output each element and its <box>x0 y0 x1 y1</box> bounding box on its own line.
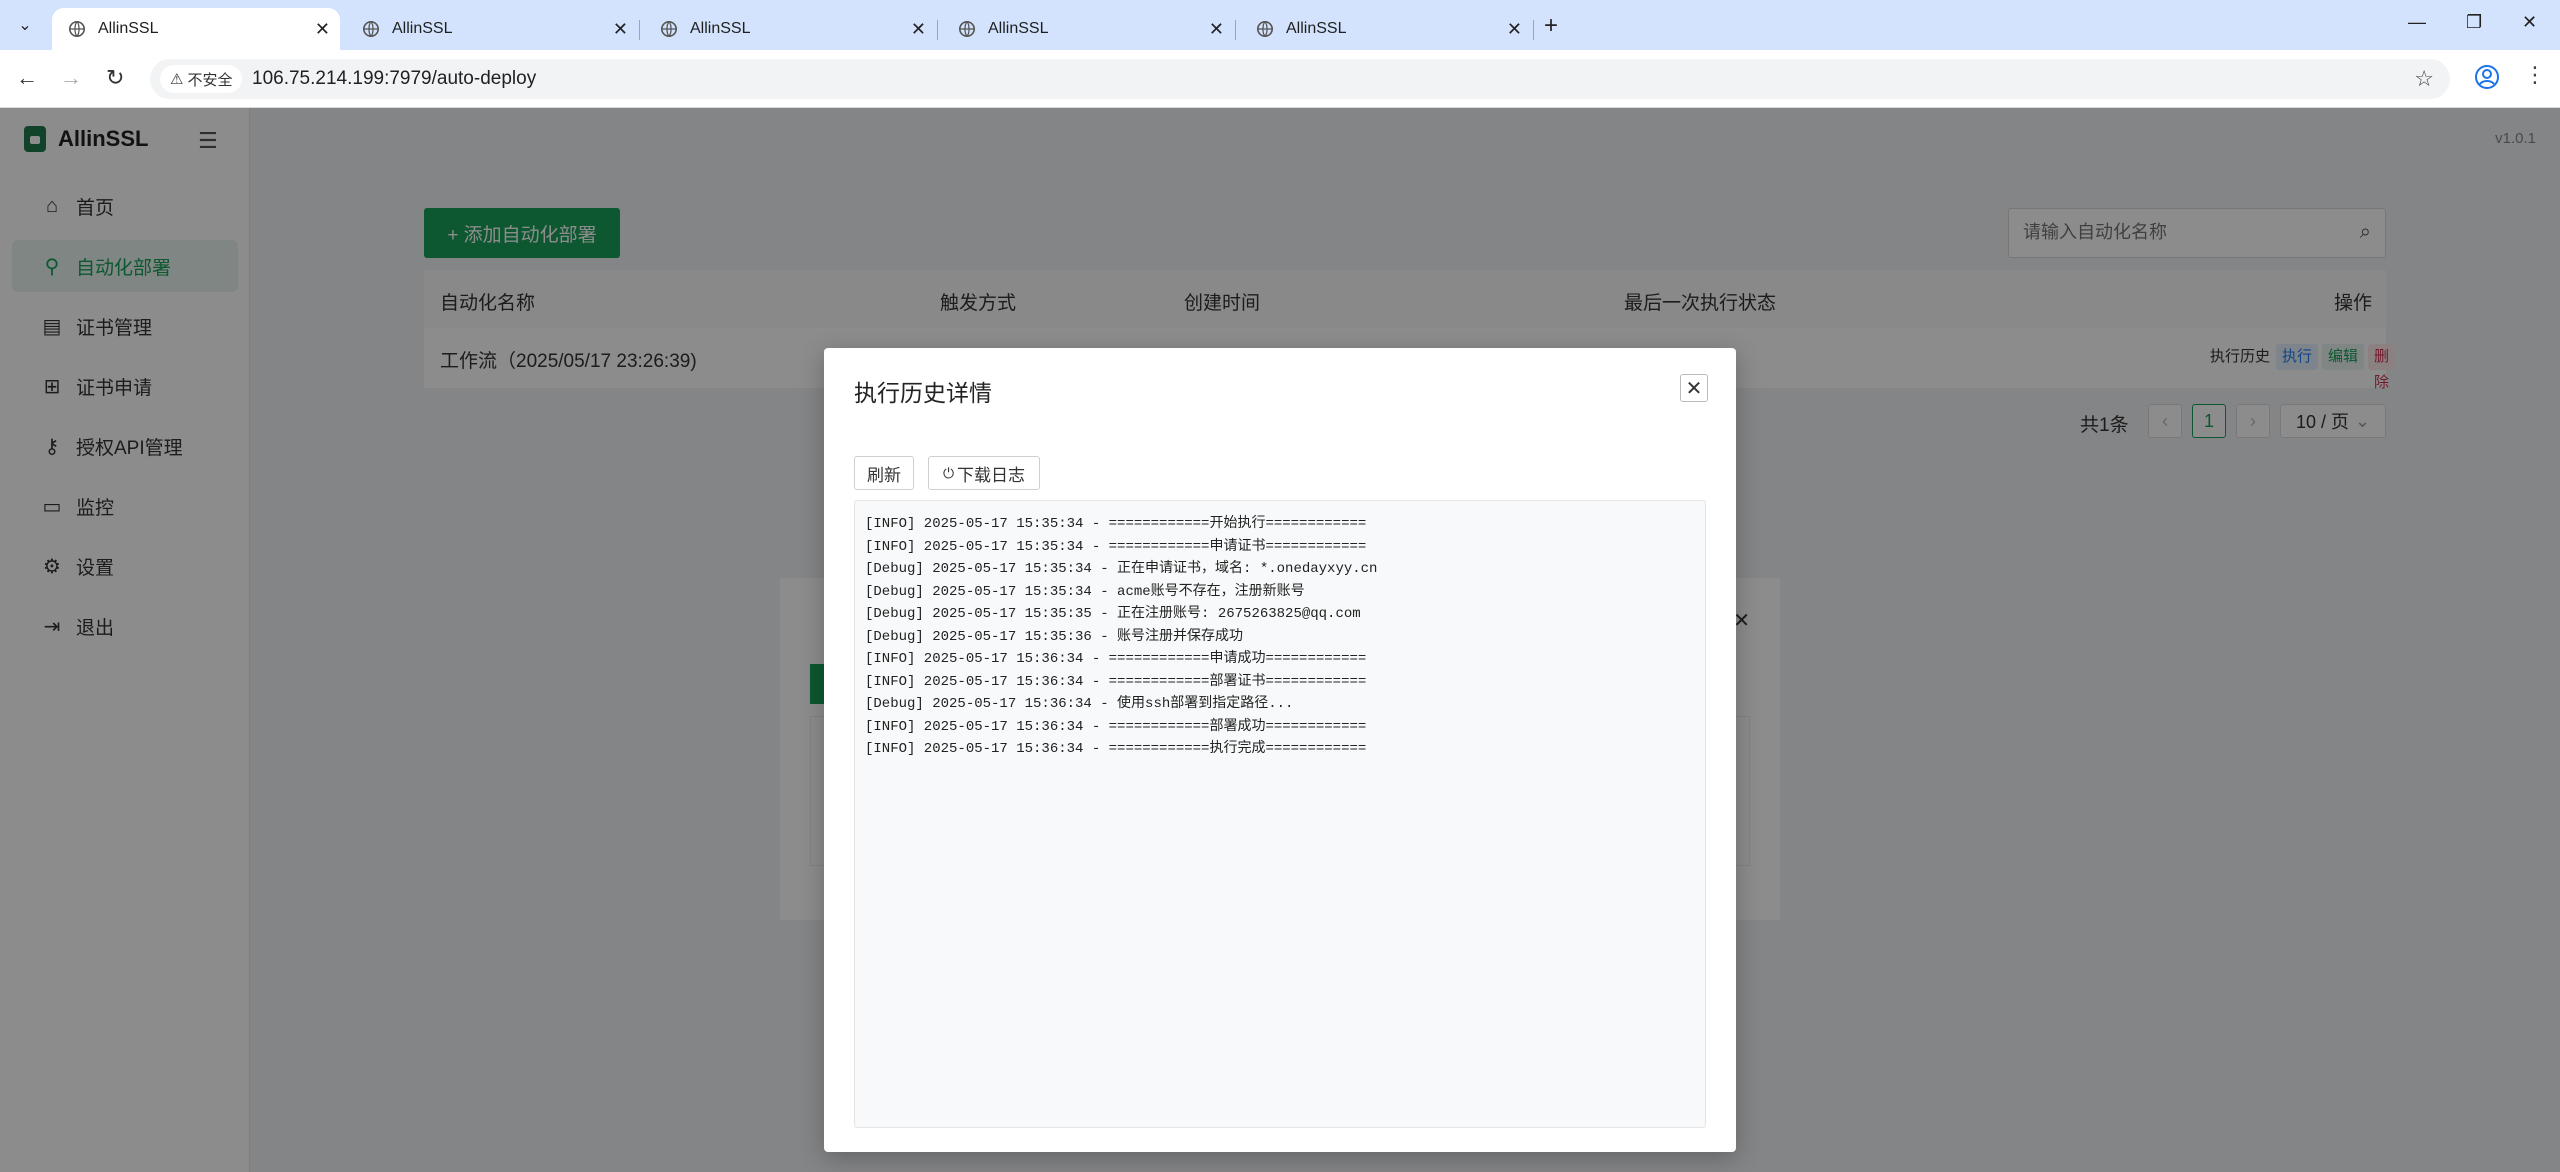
address-bar[interactable]: ⚠ 不安全 106.75.214.199:7979/auto-deploy ☆ <box>150 59 2450 99</box>
tab-title: AllinSSL <box>690 20 751 37</box>
globe-icon <box>958 20 976 38</box>
window-close-icon[interactable]: ✕ <box>2522 12 2537 33</box>
back-arrow-icon[interactable]: ← <box>16 65 38 91</box>
close-icon[interactable]: ✕ <box>1680 374 1708 402</box>
url-text[interactable]: 106.75.214.199:7979/auto-deploy <box>252 68 536 90</box>
minimize-icon[interactable]: — <box>2408 12 2426 33</box>
more-menu-icon[interactable]: ⋮ <box>2524 62 2546 88</box>
browser-tab[interactable]: AllinSSL ✕ <box>942 8 1236 50</box>
browser-toolbar: ← → ↻ ⚠ 不安全 106.75.214.199:7979/auto-dep… <box>0 50 2560 108</box>
security-label: 不安全 <box>187 71 233 89</box>
tab-close-icon[interactable]: ✕ <box>315 19 330 40</box>
globe-icon <box>660 20 678 38</box>
log-line: [INFO] 2025-05-17 15:36:34 - ===========… <box>865 673 1367 690</box>
browser-tab-bar: ⌄ AllinSSL ✕ AllinSSL ✕ AllinSSL ✕ Allin… <box>0 0 2560 50</box>
refresh-button[interactable]: 刷新 <box>854 456 914 490</box>
tab-close-icon[interactable]: ✕ <box>1209 19 1224 40</box>
reload-icon[interactable]: ↻ <box>106 65 124 91</box>
execution-history-modal: 执行历史详情 ✕ 刷新 ⏻ 下载日志 [INFO] 2025-05-17 15:… <box>824 348 1736 1152</box>
tab-search-chevron-icon[interactable]: ⌄ <box>8 10 42 40</box>
tab-close-icon[interactable]: ✕ <box>613 19 628 40</box>
tab-title: AllinSSL <box>1286 20 1347 37</box>
bookmark-star-icon[interactable]: ☆ <box>2414 66 2434 92</box>
download-log-button[interactable]: ⏻ 下载日志 <box>928 456 1040 490</box>
tab-close-icon[interactable]: ✕ <box>1507 19 1522 40</box>
forward-arrow-icon[interactable]: → <box>60 65 82 91</box>
log-line: [Debug] 2025-05-17 15:35:35 - 正在注册账号: 26… <box>865 606 1361 622</box>
tab-title: AllinSSL <box>98 20 159 37</box>
modal-title: 执行历史详情 <box>854 380 992 406</box>
browser-tab[interactable]: AllinSSL ✕ <box>346 8 640 50</box>
restore-icon[interactable]: ❐ <box>2466 12 2482 33</box>
browser-tab[interactable]: AllinSSL ✕ <box>1240 8 1534 50</box>
new-tab-plus-icon[interactable]: + <box>1544 12 1558 40</box>
log-line: [INFO] 2025-05-17 15:36:34 - ===========… <box>865 718 1367 735</box>
log-line: [Debug] 2025-05-17 15:35:34 - acme账号不存在，… <box>865 583 1305 600</box>
tab-title: AllinSSL <box>392 20 453 37</box>
browser-tab[interactable]: AllinSSL ✕ <box>52 8 340 50</box>
download-icon: ⏻ <box>942 464 955 481</box>
log-line: [Debug] 2025-05-17 15:35:34 - 正在申请证书，域名:… <box>865 561 1378 577</box>
browser-tab[interactable]: AllinSSL ✕ <box>644 8 938 50</box>
globe-icon <box>362 20 380 38</box>
log-line: [INFO] 2025-05-17 15:35:34 - ===========… <box>865 516 1367 532</box>
globe-icon <box>68 20 86 38</box>
tab-close-icon[interactable]: ✕ <box>911 19 926 40</box>
globe-icon <box>1256 20 1274 38</box>
log-line: [INFO] 2025-05-17 15:36:34 - ===========… <box>865 651 1367 667</box>
warning-icon: ⚠ <box>170 71 184 88</box>
tab-title: AllinSSL <box>988 20 1049 37</box>
log-output[interactable]: [INFO] 2025-05-17 15:35:34 - ===========… <box>854 500 1706 1128</box>
log-line: [INFO] 2025-05-17 15:36:34 - ===========… <box>865 741 1367 757</box>
log-line: [Debug] 2025-05-17 15:36:34 - 使用ssh部署到指定… <box>865 696 1294 712</box>
log-line: [Debug] 2025-05-17 15:35:36 - 账号注册并保存成功 <box>865 628 1244 645</box>
log-line: [INFO] 2025-05-17 15:35:34 - ===========… <box>865 538 1367 555</box>
security-chip[interactable]: ⚠ 不安全 <box>160 65 243 93</box>
profile-avatar-icon[interactable] <box>2474 64 2500 90</box>
